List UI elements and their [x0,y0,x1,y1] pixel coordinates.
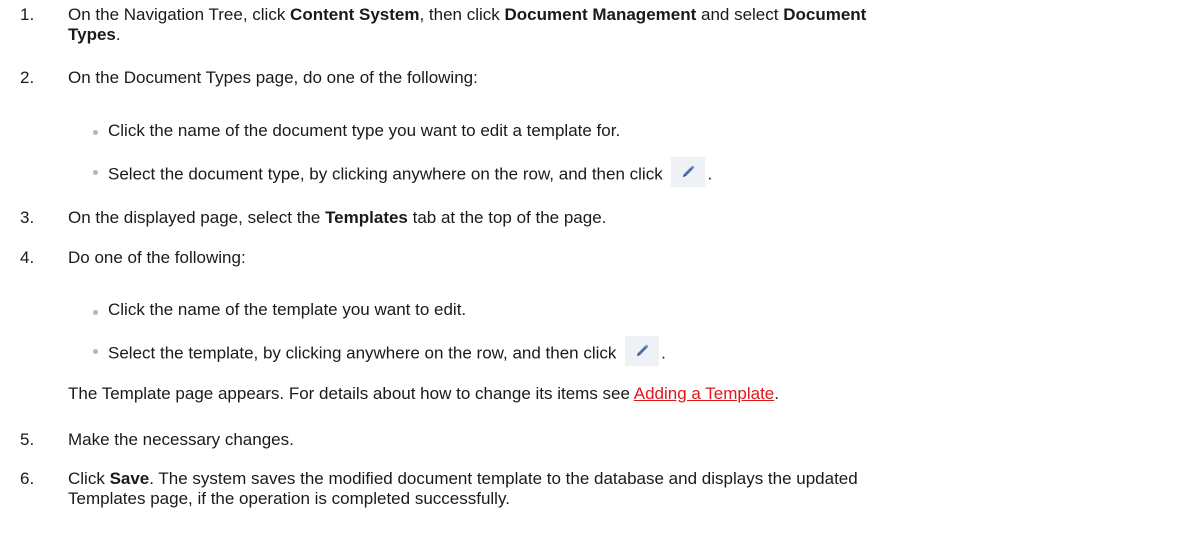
step-text: On the Navigation Tree, click Content Sy… [68,5,867,44]
bullet-icon [93,310,98,315]
save-button-name: Save [109,469,150,488]
adding-a-template-link[interactable]: Adding a Template [634,384,775,403]
step-text: On the displayed page, select the Templa… [68,208,607,227]
step-text: Do one of the following: [68,248,246,267]
bullet-icon [93,170,98,175]
list-item: Click the name of the document type you … [108,121,621,140]
templates-tab-name: Templates [325,208,408,227]
step-number: 5. [20,430,35,449]
step-number: 4. [20,248,35,267]
list-item: Select the document type, by clicking an… [108,157,712,190]
bullet-icon [93,349,98,354]
step-number: 2. [20,68,35,87]
nav-document-management: Document Management [504,5,697,24]
step-text: Make the necessary changes. [68,430,294,449]
step-text: Click Save. The system saves the modifie… [68,469,858,508]
step-text: On the Document Types page, do one of th… [68,68,478,87]
pencil-edit-icon [671,157,706,187]
step-number: 6. [20,469,35,488]
bullet-icon [93,130,98,135]
nav-document-types: Document [783,5,867,24]
step-4-note: The Template page appears. For details a… [68,384,779,403]
list-item: Click the name of the template you want … [108,300,467,319]
step-number: 1. [20,5,35,24]
pencil-edit-icon [625,336,660,366]
list-item: Select the template, by clicking anywher… [108,336,666,369]
nav-content-system: Content System [290,5,420,24]
step-number: 3. [20,208,35,227]
